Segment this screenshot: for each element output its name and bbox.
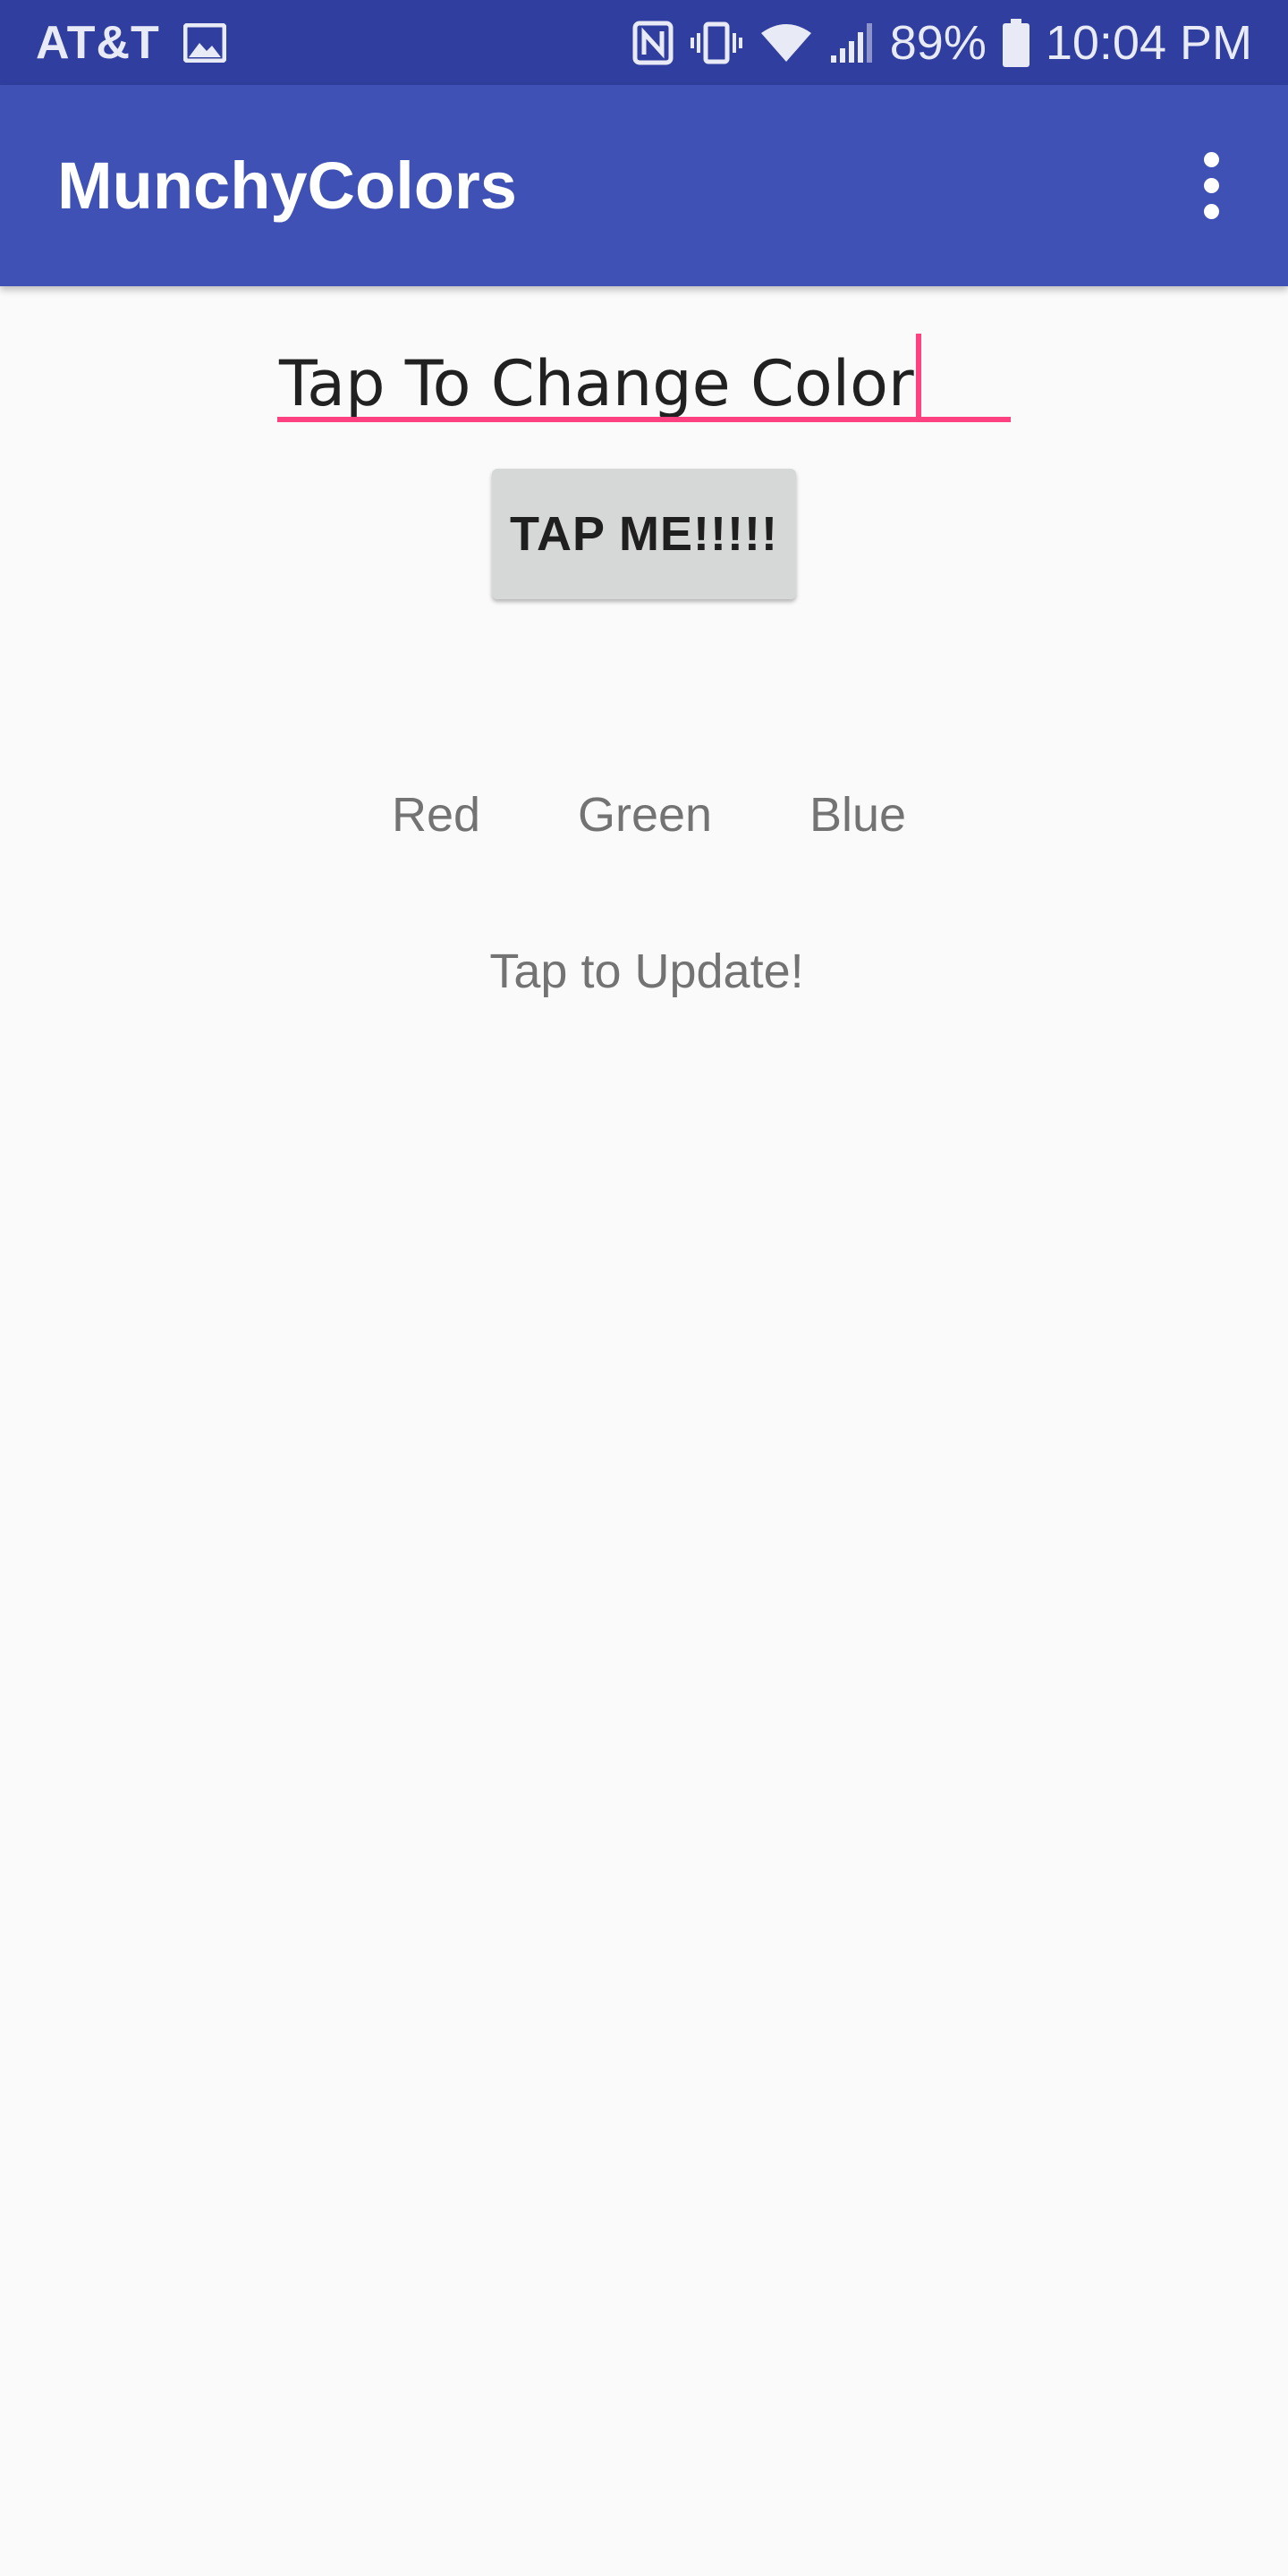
- tap-to-update-text[interactable]: Tap to Update!: [0, 944, 1288, 999]
- image-icon: [182, 22, 226, 63]
- carrier-label: AT&T: [36, 16, 160, 69]
- app-bar: MunchyColors: [0, 85, 1288, 286]
- battery-percent: 89%: [889, 15, 987, 70]
- input-text: Tap To Change Color: [279, 347, 914, 420]
- nfc-icon: [632, 21, 674, 65]
- tap-me-button[interactable]: TAP ME!!!!!: [492, 469, 796, 599]
- status-bar: AT&T 89% 10:04 PM: [0, 0, 1288, 85]
- clock: 10:04 PM: [1045, 15, 1252, 70]
- text-cursor: [915, 334, 921, 419]
- vibrate-icon: [690, 21, 743, 65]
- rgb-labels-row: Red Green Blue: [0, 787, 1288, 859]
- more-vert-icon: [1203, 152, 1219, 167]
- more-vert-icon-dot: [1203, 204, 1219, 219]
- wifi-icon: [759, 22, 813, 64]
- green-label[interactable]: Green: [578, 787, 712, 843]
- red-label[interactable]: Red: [392, 787, 480, 843]
- app-title: MunchyColors: [57, 148, 517, 223]
- overflow-menu-button[interactable]: [1184, 132, 1238, 240]
- status-right: 89% 10:04 PM: [632, 15, 1252, 71]
- status-left: AT&T: [36, 16, 226, 70]
- battery-icon: [1002, 18, 1030, 67]
- blue-label[interactable]: Blue: [809, 787, 906, 843]
- input-underline: [277, 417, 1011, 422]
- more-vert-icon-dot: [1203, 178, 1219, 193]
- color-text-input-value: Tap To Change Color: [279, 334, 921, 424]
- signal-icon: [829, 21, 874, 64]
- color-text-input[interactable]: Tap To Change Color: [277, 318, 1011, 425]
